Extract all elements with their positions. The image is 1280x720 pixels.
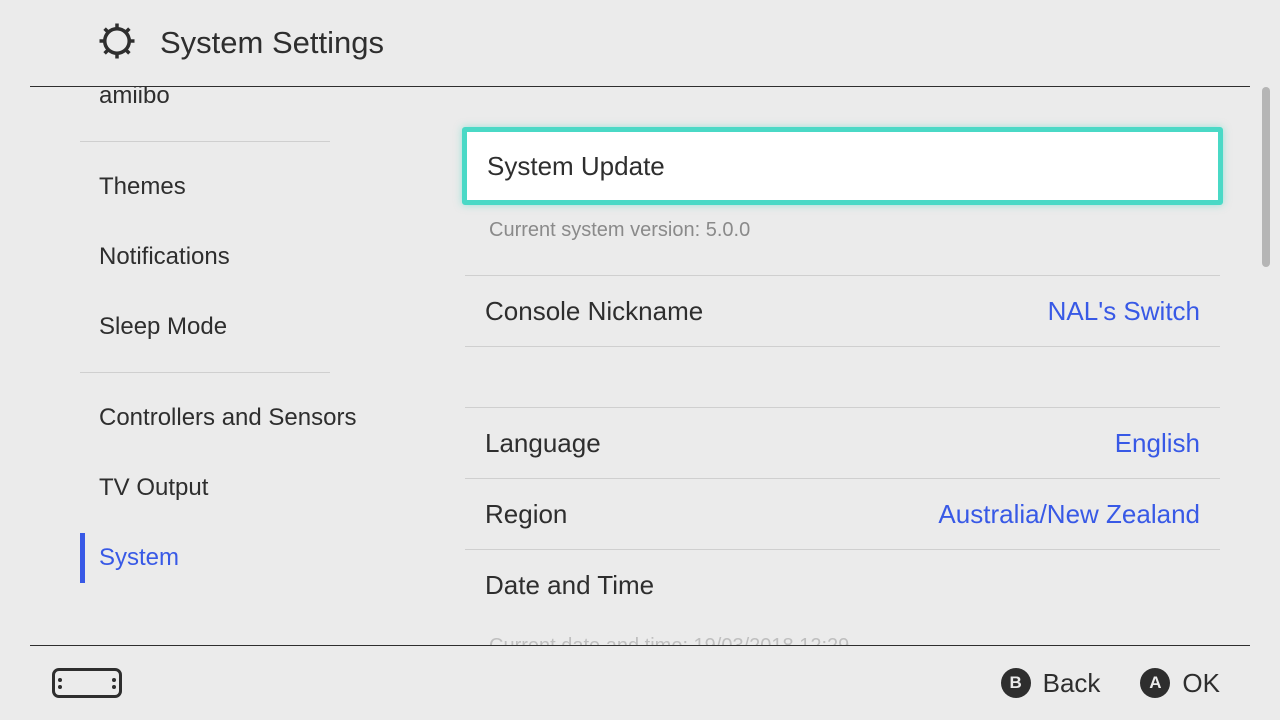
ok-label: OK <box>1182 668 1220 699</box>
row-system-update[interactable]: System Update <box>462 127 1223 205</box>
sidebar-item-label: System <box>99 544 179 572</box>
page-title: System Settings <box>160 25 384 61</box>
sidebar-item-sleep-mode[interactable]: Sleep Mode <box>0 292 410 362</box>
sidebar-item-themes[interactable]: Themes <box>0 152 410 222</box>
row-label: System Update <box>487 151 665 182</box>
sidebar-divider <box>80 141 330 142</box>
row-console-nickname[interactable]: Console Nickname NAL's Switch <box>465 276 1220 347</box>
back-label: Back <box>1043 668 1101 699</box>
scrollbar[interactable] <box>1262 87 1270 645</box>
main-container: amiibo Themes Notifications Sleep Mode C… <box>0 87 1280 645</box>
header: System Settings <box>30 0 1250 87</box>
scrollbar-thumb[interactable] <box>1262 87 1270 267</box>
sidebar-item-label: amiibo <box>99 87 170 110</box>
sidebar-item-label: Controllers and Sensors <box>99 404 356 432</box>
row-date-time[interactable]: Date and Time <box>465 550 1220 621</box>
row-region[interactable]: Region Australia/New Zealand <box>465 479 1220 550</box>
sidebar-item-label: Sleep Mode <box>99 313 227 341</box>
sidebar-item-label: TV Output <box>99 474 208 502</box>
footer: B Back A OK <box>30 645 1250 720</box>
system-version-text: Current system version: 5.0.0 <box>465 205 1220 242</box>
sidebar: amiibo Themes Notifications Sleep Mode C… <box>0 87 410 645</box>
row-value: NAL's Switch <box>1048 296 1200 327</box>
a-button-icon: A <box>1140 668 1170 698</box>
content-area: System Update Current system version: 5.… <box>410 87 1280 645</box>
sidebar-item-tv-output[interactable]: TV Output <box>0 453 410 523</box>
row-label: Date and Time <box>485 570 654 601</box>
back-action[interactable]: B Back <box>1001 668 1101 699</box>
row-label: Region <box>485 499 567 530</box>
row-value: English <box>1115 428 1200 459</box>
row-label: Console Nickname <box>485 296 703 327</box>
gear-icon <box>96 20 160 67</box>
sidebar-item-amiibo[interactable]: amiibo <box>0 87 410 131</box>
sidebar-item-label: Themes <box>99 173 186 201</box>
sidebar-item-label: Notifications <box>99 243 230 271</box>
row-language[interactable]: Language English <box>465 408 1220 479</box>
ok-action[interactable]: A OK <box>1140 668 1220 699</box>
sidebar-item-system[interactable]: System <box>0 523 410 593</box>
sidebar-divider <box>80 372 330 373</box>
sidebar-item-notifications[interactable]: Notifications <box>0 222 410 292</box>
sidebar-item-controllers[interactable]: Controllers and Sensors <box>0 383 410 453</box>
controller-icon <box>52 668 122 698</box>
b-button-icon: B <box>1001 668 1031 698</box>
row-value: Australia/New Zealand <box>938 499 1200 530</box>
date-time-subtext: Current date and time: 19/03/2018 12:29 <box>465 621 1220 645</box>
row-label: Language <box>485 428 601 459</box>
